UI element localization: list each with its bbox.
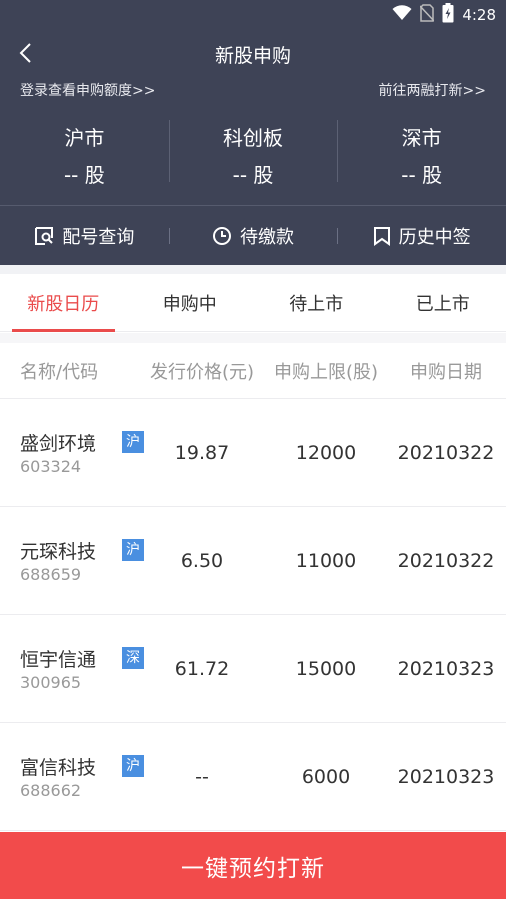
tab-pending-listing[interactable]: 待上市 bbox=[253, 274, 380, 331]
market-count: -- 股 bbox=[63, 163, 105, 187]
status-time: 4:28 bbox=[462, 6, 496, 24]
battery-charging-icon bbox=[442, 3, 454, 27]
market-star: 科创板 -- 股 bbox=[168, 116, 338, 187]
nav-bar: 新股申购 bbox=[0, 30, 506, 76]
market-tag: 沪 bbox=[122, 430, 144, 453]
market-name: 沪市 bbox=[64, 126, 105, 150]
header-limit: 申购上限(股) bbox=[273, 361, 379, 383]
stock-cell: 恒宇信通 深 300965 bbox=[0, 615, 144, 723]
one-click-reserve-button[interactable]: 一键预约打新 bbox=[0, 832, 506, 899]
subscription-limit: 6000 bbox=[301, 765, 351, 788]
link-row: 登录查看申购额度>> 前往两融打新>> bbox=[0, 78, 506, 100]
stock-code: 688662 bbox=[20, 780, 82, 800]
subscription-limit: 15000 bbox=[295, 657, 357, 680]
subscription-date: 20210323 bbox=[397, 657, 495, 680]
stock-name: 盛剑环境 bbox=[20, 432, 97, 455]
table-row[interactable]: 富信科技 沪 688662 -- 6000 20210323 bbox=[0, 723, 506, 831]
margin-ipo-link[interactable]: 前往两融打新>> bbox=[379, 80, 486, 100]
stock-name: 元琛科技 bbox=[20, 540, 97, 563]
action-label: 配号查询 bbox=[62, 226, 135, 248]
search-doc-icon bbox=[34, 226, 54, 246]
stock-code: 688659 bbox=[20, 564, 82, 584]
section-gap bbox=[0, 265, 506, 274]
stock-cell: 盛剑环境 沪 603324 bbox=[0, 399, 144, 507]
clock-icon bbox=[212, 226, 232, 246]
bookmark-icon bbox=[373, 226, 391, 246]
status-bar: 4:28 bbox=[0, 0, 506, 30]
subscription-date: 20210322 bbox=[397, 441, 495, 464]
market-name: 科创板 bbox=[223, 126, 283, 150]
stock-name: 恒宇信通 bbox=[20, 648, 97, 671]
section-gap bbox=[0, 333, 506, 343]
subscription-limit: 12000 bbox=[295, 441, 357, 464]
market-sh: 沪市 -- 股 bbox=[0, 116, 169, 187]
stock-code: 300965 bbox=[20, 672, 82, 692]
login-quota-link[interactable]: 登录查看申购额度>> bbox=[20, 80, 155, 100]
issue-price: 61.72 bbox=[174, 657, 230, 680]
stock-cell: 元琛科技 沪 688659 bbox=[0, 507, 144, 615]
action-label: 待缴款 bbox=[240, 226, 294, 248]
issue-price: 19.87 bbox=[174, 441, 230, 464]
allotment-query-button[interactable]: 配号查询 bbox=[0, 206, 169, 265]
subscription-limit: 11000 bbox=[295, 549, 357, 572]
action-label: 历史中签 bbox=[398, 226, 471, 248]
pending-payment-button[interactable]: 待缴款 bbox=[168, 206, 338, 265]
market-tag: 沪 bbox=[122, 754, 144, 777]
wifi-icon bbox=[392, 5, 412, 25]
table-row[interactable]: 元琛科技 沪 688659 6.50 11000 20210322 bbox=[0, 507, 506, 615]
status-icons: 4:28 bbox=[392, 3, 496, 27]
market-count: -- 股 bbox=[401, 163, 443, 187]
issue-price: -- bbox=[195, 765, 209, 788]
subscription-date: 20210322 bbox=[397, 549, 495, 572]
header-name-code: 名称/代码 bbox=[20, 361, 99, 383]
market-quota-row: 沪市 -- 股 科创板 -- 股 深市 -- 股 bbox=[0, 116, 506, 187]
issue-price: 6.50 bbox=[180, 549, 224, 572]
header-panel: 4:28 新股申购 登录查看申购额度>> 前往两融打新>> 沪市 -- 股 科创… bbox=[0, 0, 506, 265]
market-sz: 深市 -- 股 bbox=[337, 116, 506, 187]
stock-name: 富信科技 bbox=[20, 756, 97, 779]
tab-bar: 新股日历 申购中 待上市 已上市 bbox=[0, 274, 506, 332]
market-count: -- 股 bbox=[232, 163, 274, 187]
table-row[interactable]: 盛剑环境 沪 603324 19.87 12000 20210322 bbox=[0, 399, 506, 507]
stock-cell: 富信科技 沪 688662 bbox=[0, 723, 144, 831]
table-row[interactable]: 恒宇信通 深 300965 61.72 15000 20210323 bbox=[0, 615, 506, 723]
market-name: 深市 bbox=[401, 126, 442, 150]
header-date: 申购日期 bbox=[410, 361, 482, 383]
tab-listed[interactable]: 已上市 bbox=[380, 274, 506, 331]
history-winning-button[interactable]: 历史中签 bbox=[337, 206, 506, 265]
market-tag: 沪 bbox=[122, 538, 144, 561]
subscription-date: 20210323 bbox=[397, 765, 495, 788]
tab-ipo-calendar[interactable]: 新股日历 bbox=[0, 274, 127, 332]
ipo-list: 盛剑环境 沪 603324 19.87 12000 20210322 元琛科技 … bbox=[0, 399, 506, 831]
action-bar: 配号查询 待缴款 历史中签 bbox=[0, 206, 506, 265]
table-header: 名称/代码 发行价格(元) 申购上限(股) 申购日期 bbox=[0, 343, 506, 399]
header-price: 发行价格(元) bbox=[149, 361, 255, 383]
stock-code: 603324 bbox=[20, 456, 82, 476]
market-tag: 深 bbox=[122, 646, 144, 669]
page-title: 新股申购 bbox=[214, 45, 291, 67]
tab-subscribing[interactable]: 申购中 bbox=[127, 274, 254, 331]
no-sim-icon bbox=[419, 4, 435, 26]
